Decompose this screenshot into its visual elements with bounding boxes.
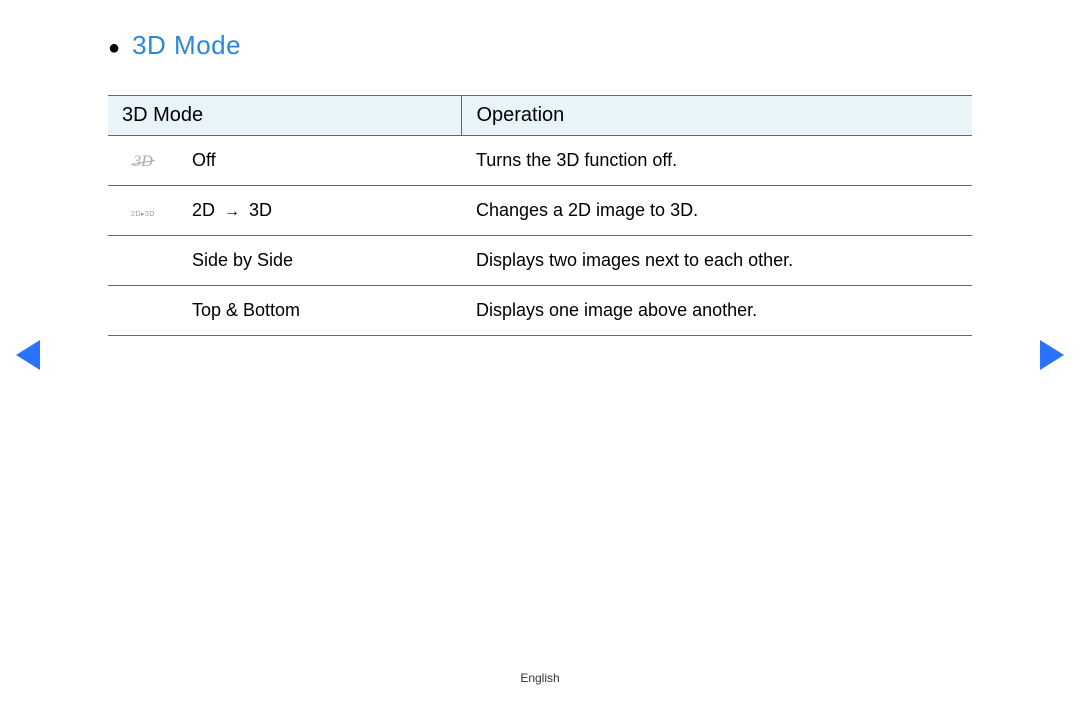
mode-label: 2D → 3D xyxy=(178,186,462,236)
mode-icon-cell: 2D▸3D xyxy=(108,186,178,236)
mode-operation: Changes a 2D image to 3D. xyxy=(462,186,972,236)
footer-language: English xyxy=(520,671,559,685)
arrow-right-icon: → xyxy=(224,203,240,220)
mode-operation: Turns the 3D function off. xyxy=(462,136,972,186)
heading-title: 3D Mode xyxy=(132,30,241,61)
mode-icon-cell xyxy=(108,286,178,336)
table-row: 2D▸3D 2D → 3D Changes a 2D image to 3D. xyxy=(108,186,972,236)
mode-icon-cell: 3D xyxy=(108,136,178,186)
heading-bullet: ● xyxy=(108,37,120,60)
mode-operation: Displays one image above another. xyxy=(462,286,972,336)
prev-page-button[interactable] xyxy=(16,340,40,375)
table-row: Side by Side Displays two images next to… xyxy=(108,236,972,286)
mode-table: 3D Mode Operation 3D Off Turns the 3D fu… xyxy=(108,95,972,336)
2d-to-3d-icon: 2D▸3D xyxy=(131,211,155,218)
mode-label: Top & Bottom xyxy=(178,286,462,336)
next-page-button[interactable] xyxy=(1040,340,1064,375)
chevron-right-icon xyxy=(1040,340,1064,370)
mode-operation: Displays two images next to each other. xyxy=(462,236,972,286)
table-header-mode: 3D Mode xyxy=(108,96,462,136)
off-3d-icon: 3D xyxy=(133,153,153,171)
mode-icon-cell xyxy=(108,236,178,286)
mode-label: Side by Side xyxy=(178,236,462,286)
table-row: 3D Off Turns the 3D function off. xyxy=(108,136,972,186)
table-row: Top & Bottom Displays one image above an… xyxy=(108,286,972,336)
section-heading: ● 3D Mode xyxy=(108,30,972,61)
chevron-left-icon xyxy=(16,340,40,370)
mode-label: Off xyxy=(178,136,462,186)
table-header-operation: Operation xyxy=(462,96,972,136)
